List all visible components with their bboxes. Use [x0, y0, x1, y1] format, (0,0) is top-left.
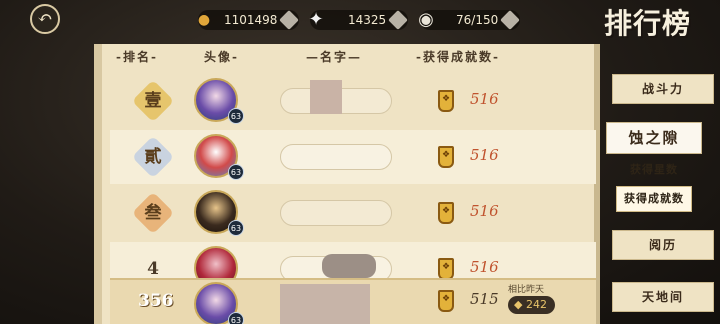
rank-value: 4: [147, 259, 159, 278]
level-badge: 63: [228, 108, 244, 124]
achievement-medal-icon: [438, 90, 454, 112]
rank-value: 叁: [144, 203, 162, 223]
stamina-value: 76/150: [456, 13, 499, 27]
gem-counter: ✦ 14325: [308, 9, 409, 30]
add-coins-button[interactable]: [279, 10, 300, 30]
coin-icon: ●: [197, 12, 211, 28]
avatar[interactable]: [194, 246, 238, 278]
coin-counter: ● 1101498: [198, 10, 300, 30]
level-badge: 63: [228, 220, 244, 236]
gem-value: 14325: [348, 13, 387, 27]
back-button[interactable]: ↶: [30, 4, 60, 34]
achievement-count: 516: [470, 90, 499, 108]
star-gem-icon: ✦: [308, 9, 324, 30]
player-name-field: [280, 144, 392, 170]
page-title: 排行榜: [604, 7, 692, 40]
achievement-medal-icon: [438, 202, 454, 224]
tab-combat-power[interactable]: 战斗力: [612, 74, 714, 104]
subtab-achievements[interactable]: 获得成就数: [616, 186, 692, 212]
leaderboard-panel: -排名- 头像- —名字— -获得成就数- 壹 63 516 貳 63 516 …: [94, 44, 600, 324]
redacted-name: [322, 254, 376, 278]
top-bar: ↶ ● 1101498 ✦ 14325 ◉ 76/150 排行榜: [0, 0, 720, 40]
rank-value: 貳: [144, 147, 162, 167]
table-row[interactable]: 4 516: [110, 242, 596, 278]
level-badge: 63: [228, 312, 244, 324]
my-achievement-count: 515: [470, 290, 499, 308]
compare-badge: ◆ 242: [508, 296, 555, 314]
coin-value: 1101498: [224, 13, 278, 27]
back-arrow-icon: ↶: [37, 8, 53, 29]
column-achievements: -获得成就数-: [416, 50, 500, 64]
column-avatar: 头像-: [204, 50, 239, 64]
achievement-count: 516: [470, 258, 499, 276]
rank-value: 壹: [144, 91, 162, 111]
table-row[interactable]: 叁 63 516: [110, 186, 596, 240]
table-row[interactable]: 貳 63 516: [110, 130, 596, 184]
add-gems-button[interactable]: [388, 10, 409, 30]
up-diamond-icon: ◆: [514, 298, 523, 311]
compare-label: 相比昨天: [508, 285, 545, 295]
bun-icon: ◉: [418, 9, 434, 30]
level-badge: 63: [228, 164, 244, 180]
tab-eclipse-gap[interactable]: 蚀之隙: [606, 122, 702, 154]
subtab-stars[interactable]: 获得星数: [616, 158, 692, 184]
achievement-medal-icon: [438, 258, 454, 278]
redacted-name: [310, 80, 342, 114]
table-row[interactable]: 壹 63 516: [110, 74, 596, 128]
my-rank-value: 356: [138, 291, 174, 311]
column-rank: -排名-: [116, 50, 158, 64]
my-rank-row[interactable]: 356 63 515 相比昨天 ◆ 242: [110, 278, 596, 324]
player-name-field: [280, 200, 392, 226]
achievement-count: 516: [470, 146, 499, 164]
tab-experience[interactable]: 阅历: [612, 230, 714, 260]
redacted-name: [280, 284, 370, 324]
add-stamina-button[interactable]: [500, 10, 521, 30]
achievement-count: 516: [470, 202, 499, 220]
column-name: —名字—: [306, 50, 363, 64]
tab-world[interactable]: 天地间: [612, 282, 714, 312]
achievement-medal-icon: [438, 290, 454, 312]
stamina-counter: ◉ 76/150: [418, 9, 521, 30]
achievement-medal-icon: [438, 146, 454, 168]
